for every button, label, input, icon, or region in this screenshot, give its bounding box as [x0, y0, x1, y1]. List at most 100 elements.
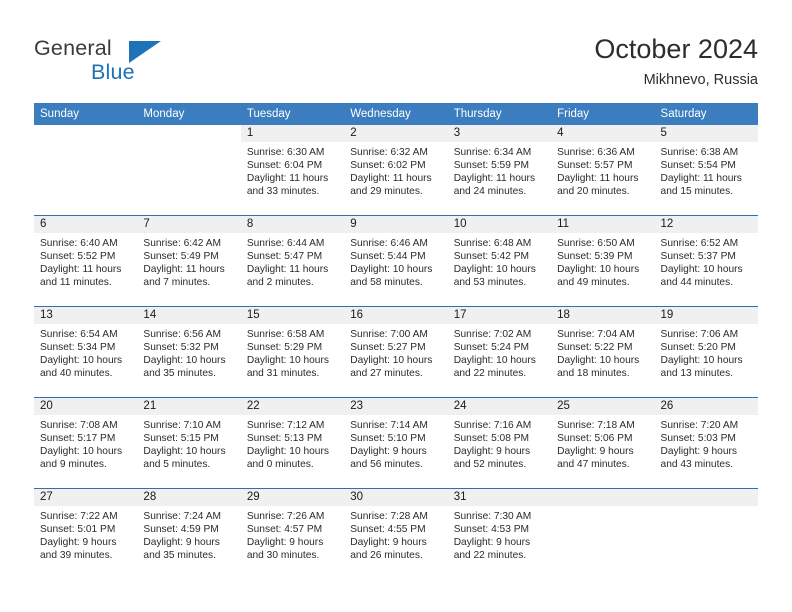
calendar-day-cell-22[interactable]: 22 Sunrise: 7:12 AM Sunset: 5:13 PM Dayligh… [240, 397, 345, 489]
sunrise-time: Sunrise: 7:20 AM [660, 420, 739, 431]
calendar-day-cell-6[interactable]: 6 Sunrise: 6:40 AM Sunset: 5:52 PM Daylight… [34, 215, 138, 307]
daylight-duration-line2: and 15 minutes. [660, 186, 734, 198]
daylight-duration-line2: and 22 minutes. [453, 368, 527, 380]
sunrise-time: Sunrise: 7:28 AM [350, 511, 428, 522]
day-number: 1 [240, 125, 345, 142]
calendar-day-cell-8[interactable]: 8 Sunrise: 6:44 AM Sunset: 5:47 PM Daylight… [240, 215, 345, 307]
calendar-day-cell-16[interactable]: 16 Sunrise: 7:00 AM Sunset: 5:27 PM Dayligh… [344, 306, 448, 398]
calendar-day-cell-14[interactable]: 14 Sunrise: 6:56 AM Sunset: 5:32 PM Dayligh… [137, 306, 241, 398]
calendar-day-cell-19[interactable]: 19 Sunrise: 7:06 AM Sunset: 5:20 PM Dayligh… [654, 306, 758, 398]
calendar-week-row: 20 Sunrise: 7:08 AM Sunset: 5:17 PM Dayligh… [34, 397, 758, 489]
sunrise-time: Sunrise: 6:54 AM [40, 329, 118, 340]
day-number: 11 [551, 216, 655, 233]
daylight-duration-line2: and 2 minutes. [246, 277, 314, 289]
sunset-time: Sunset: 4:59 PM [143, 524, 219, 536]
calendar-day-cell-26[interactable]: 26 Sunrise: 7:20 AM Sunset: 5:03 PM Dayligh… [654, 397, 758, 489]
daylight-duration-line2: and 29 minutes. [350, 186, 423, 198]
daylight-duration-line2: and 13 minutes. [660, 368, 734, 380]
calendar-day-cell-9[interactable]: 9 Sunrise: 6:46 AM Sunset: 5:44 PM Daylight… [344, 215, 448, 307]
calendar-week-row: 27 Sunrise: 7:22 AM Sunset: 5:01 PM Dayligh… [34, 488, 758, 579]
daylight-duration-line2: and 35 minutes. [143, 550, 216, 562]
calendar-day-cell-29[interactable]: 29 Sunrise: 7:26 AM Sunset: 4:57 PM Dayligh… [240, 488, 345, 579]
day-cell-inner: 19 Sunrise: 7:06 AM Sunset: 5:20 PM Dayligh… [654, 307, 758, 397]
sunset-time: Sunset: 5:24 PM [453, 342, 530, 354]
calendar-day-cell-2[interactable]: 2 Sunrise: 6:32 AM Sunset: 6:02 PM Daylight… [344, 125, 448, 216]
day-sun-info: Sunrise: 7:26 AM Sunset: 4:57 PM Daylight:… [241, 506, 344, 562]
daylight-duration-line2: and 49 minutes. [557, 277, 630, 289]
sunrise-time: Sunrise: 6:30 AM [246, 147, 325, 158]
day-number: 30 [344, 489, 448, 506]
general-blue-logo[interactable]: General Blue [34, 36, 214, 88]
day-cell-inner: 10 Sunrise: 6:48 AM Sunset: 5:42 PM Dayligh… [447, 216, 552, 306]
sunset-time: Sunset: 6:04 PM [246, 160, 323, 172]
sunrise-time: Sunrise: 6:56 AM [143, 329, 222, 340]
daylight-duration-line1: Daylight: 11 hours [246, 264, 329, 276]
calendar-day-cell-15[interactable]: 15 Sunrise: 6:58 AM Sunset: 5:29 PM Dayligh… [240, 306, 345, 398]
day-number: 3 [447, 125, 552, 142]
calendar-day-cell-25[interactable]: 25 Sunrise: 7:18 AM Sunset: 5:06 PM Dayligh… [551, 397, 655, 489]
daylight-duration-line1: Daylight: 10 hours [40, 446, 123, 458]
daylight-duration-line1: Daylight: 10 hours [453, 264, 536, 276]
sunrise-time: Sunrise: 7:14 AM [350, 420, 428, 431]
sunset-time: Sunset: 6:02 PM [350, 160, 426, 172]
day-sun-info: Sunrise: 7:10 AM Sunset: 5:15 PM Daylight:… [137, 415, 240, 471]
calendar-day-cell-24[interactable]: 24 Sunrise: 7:16 AM Sunset: 5:08 PM Dayligh… [447, 397, 552, 489]
day-cell-inner [551, 489, 655, 579]
sunset-time: Sunset: 5:52 PM [40, 251, 116, 263]
day-sun-info: Sunrise: 6:46 AM Sunset: 5:44 PM Daylight:… [344, 233, 447, 289]
day-sun-info: Sunrise: 7:14 AM Sunset: 5:10 PM Daylight:… [344, 415, 447, 471]
sunset-time: Sunset: 5:03 PM [660, 433, 736, 445]
calendar-day-cell-31[interactable]: 31 Sunrise: 7:30 AM Sunset: 4:53 PM Dayligh… [447, 488, 552, 579]
day-number: 28 [137, 489, 241, 506]
calendar-day-cell-3[interactable]: 3 Sunrise: 6:34 AM Sunset: 5:59 PM Daylight… [447, 125, 552, 216]
day-number: 21 [137, 398, 241, 415]
calendar-day-cell-10[interactable]: 10 Sunrise: 6:48 AM Sunset: 5:42 PM Dayligh… [447, 215, 552, 307]
daylight-duration-line1: Daylight: 9 hours [246, 537, 324, 549]
calendar-day-cell-12[interactable]: 12 Sunrise: 6:52 AM Sunset: 5:37 PM Dayligh… [654, 215, 758, 307]
day-cell-inner: 20 Sunrise: 7:08 AM Sunset: 5:17 PM Dayligh… [34, 398, 138, 488]
day-sun-info: Sunrise: 6:42 AM Sunset: 5:49 PM Daylight:… [137, 233, 240, 289]
calendar-day-cell-7[interactable]: 7 Sunrise: 6:42 AM Sunset: 5:49 PM Daylight… [137, 215, 241, 307]
calendar-day-cell-30[interactable]: 30 Sunrise: 7:28 AM Sunset: 4:55 PM Dayligh… [344, 488, 448, 579]
calendar-day-cell-11[interactable]: 11 Sunrise: 6:50 AM Sunset: 5:39 PM Dayligh… [551, 215, 655, 307]
daylight-duration-line1: Daylight: 10 hours [143, 355, 226, 367]
day-cell-inner: 30 Sunrise: 7:28 AM Sunset: 4:55 PM Dayligh… [344, 489, 448, 579]
day-cell-inner: 7 Sunrise: 6:42 AM Sunset: 5:49 PM Daylight… [137, 216, 241, 306]
sunset-time: Sunset: 5:13 PM [246, 433, 323, 445]
calendar-day-cell-18[interactable]: 18 Sunrise: 7:04 AM Sunset: 5:22 PM Dayligh… [551, 306, 655, 398]
day-number: 29 [240, 489, 345, 506]
sunrise-time: Sunrise: 6:46 AM [350, 238, 428, 249]
sunrise-time: Sunrise: 7:10 AM [143, 420, 222, 431]
day-cell-inner: 26 Sunrise: 7:20 AM Sunset: 5:03 PM Dayligh… [654, 398, 758, 488]
calendar-day-cell-20[interactable]: 20 Sunrise: 7:08 AM Sunset: 5:17 PM Dayligh… [34, 397, 138, 489]
calendar-day-cell-17[interactable]: 17 Sunrise: 7:02 AM Sunset: 5:24 PM Dayligh… [447, 306, 552, 398]
day-number: 18 [551, 307, 655, 324]
calendar-day-cell-13[interactable]: 13 Sunrise: 6:54 AM Sunset: 5:34 PM Dayligh… [34, 306, 138, 398]
day-number: 23 [344, 398, 448, 415]
day-number [551, 489, 655, 506]
day-number: 13 [34, 307, 138, 324]
sunset-time: Sunset: 5:06 PM [557, 433, 633, 445]
calendar-day-cell-21[interactable]: 21 Sunrise: 7:10 AM Sunset: 5:15 PM Dayligh… [137, 397, 241, 489]
calendar-day-cell-27[interactable]: 27 Sunrise: 7:22 AM Sunset: 5:01 PM Dayligh… [34, 488, 138, 579]
sunset-time: Sunset: 5:39 PM [557, 251, 633, 263]
daylight-duration-line2: and 20 minutes. [557, 186, 630, 198]
calendar-day-cell-5[interactable]: 5 Sunrise: 6:38 AM Sunset: 5:54 PM Daylight… [654, 125, 758, 216]
sunrise-time: Sunrise: 6:44 AM [246, 238, 325, 249]
calendar-day-cell-28[interactable]: 28 Sunrise: 7:24 AM Sunset: 4:59 PM Dayligh… [137, 488, 241, 579]
day-number [34, 125, 137, 142]
day-cell-inner: 23 Sunrise: 7:14 AM Sunset: 5:10 PM Dayligh… [344, 398, 448, 488]
sunset-time: Sunset: 5:01 PM [40, 524, 116, 536]
day-cell-inner [654, 489, 758, 579]
calendar-week-row: 6 Sunrise: 6:40 AM Sunset: 5:52 PM Daylight… [34, 215, 758, 307]
sunset-time: Sunset: 5:47 PM [246, 251, 323, 263]
sunset-time: Sunset: 5:32 PM [143, 342, 219, 354]
sunrise-time: Sunrise: 7:04 AM [557, 329, 635, 340]
day-cell-inner: 24 Sunrise: 7:16 AM Sunset: 5:08 PM Dayligh… [447, 398, 552, 488]
calendar-day-cell-4[interactable]: 4 Sunrise: 6:36 AM Sunset: 5:57 PM Daylight… [551, 125, 655, 216]
calendar-day-cell-23[interactable]: 23 Sunrise: 7:14 AM Sunset: 5:10 PM Dayligh… [344, 397, 448, 489]
weekday-header-wednesday: Wednesday [344, 103, 448, 125]
day-sun-info: Sunrise: 7:12 AM Sunset: 5:13 PM Daylight:… [241, 415, 344, 471]
day-sun-info: Sunrise: 6:54 AM Sunset: 5:34 PM Daylight:… [34, 324, 137, 380]
calendar-day-cell-1[interactable]: 1 Sunrise: 6:30 AM Sunset: 6:04 PM Daylight… [240, 125, 345, 216]
